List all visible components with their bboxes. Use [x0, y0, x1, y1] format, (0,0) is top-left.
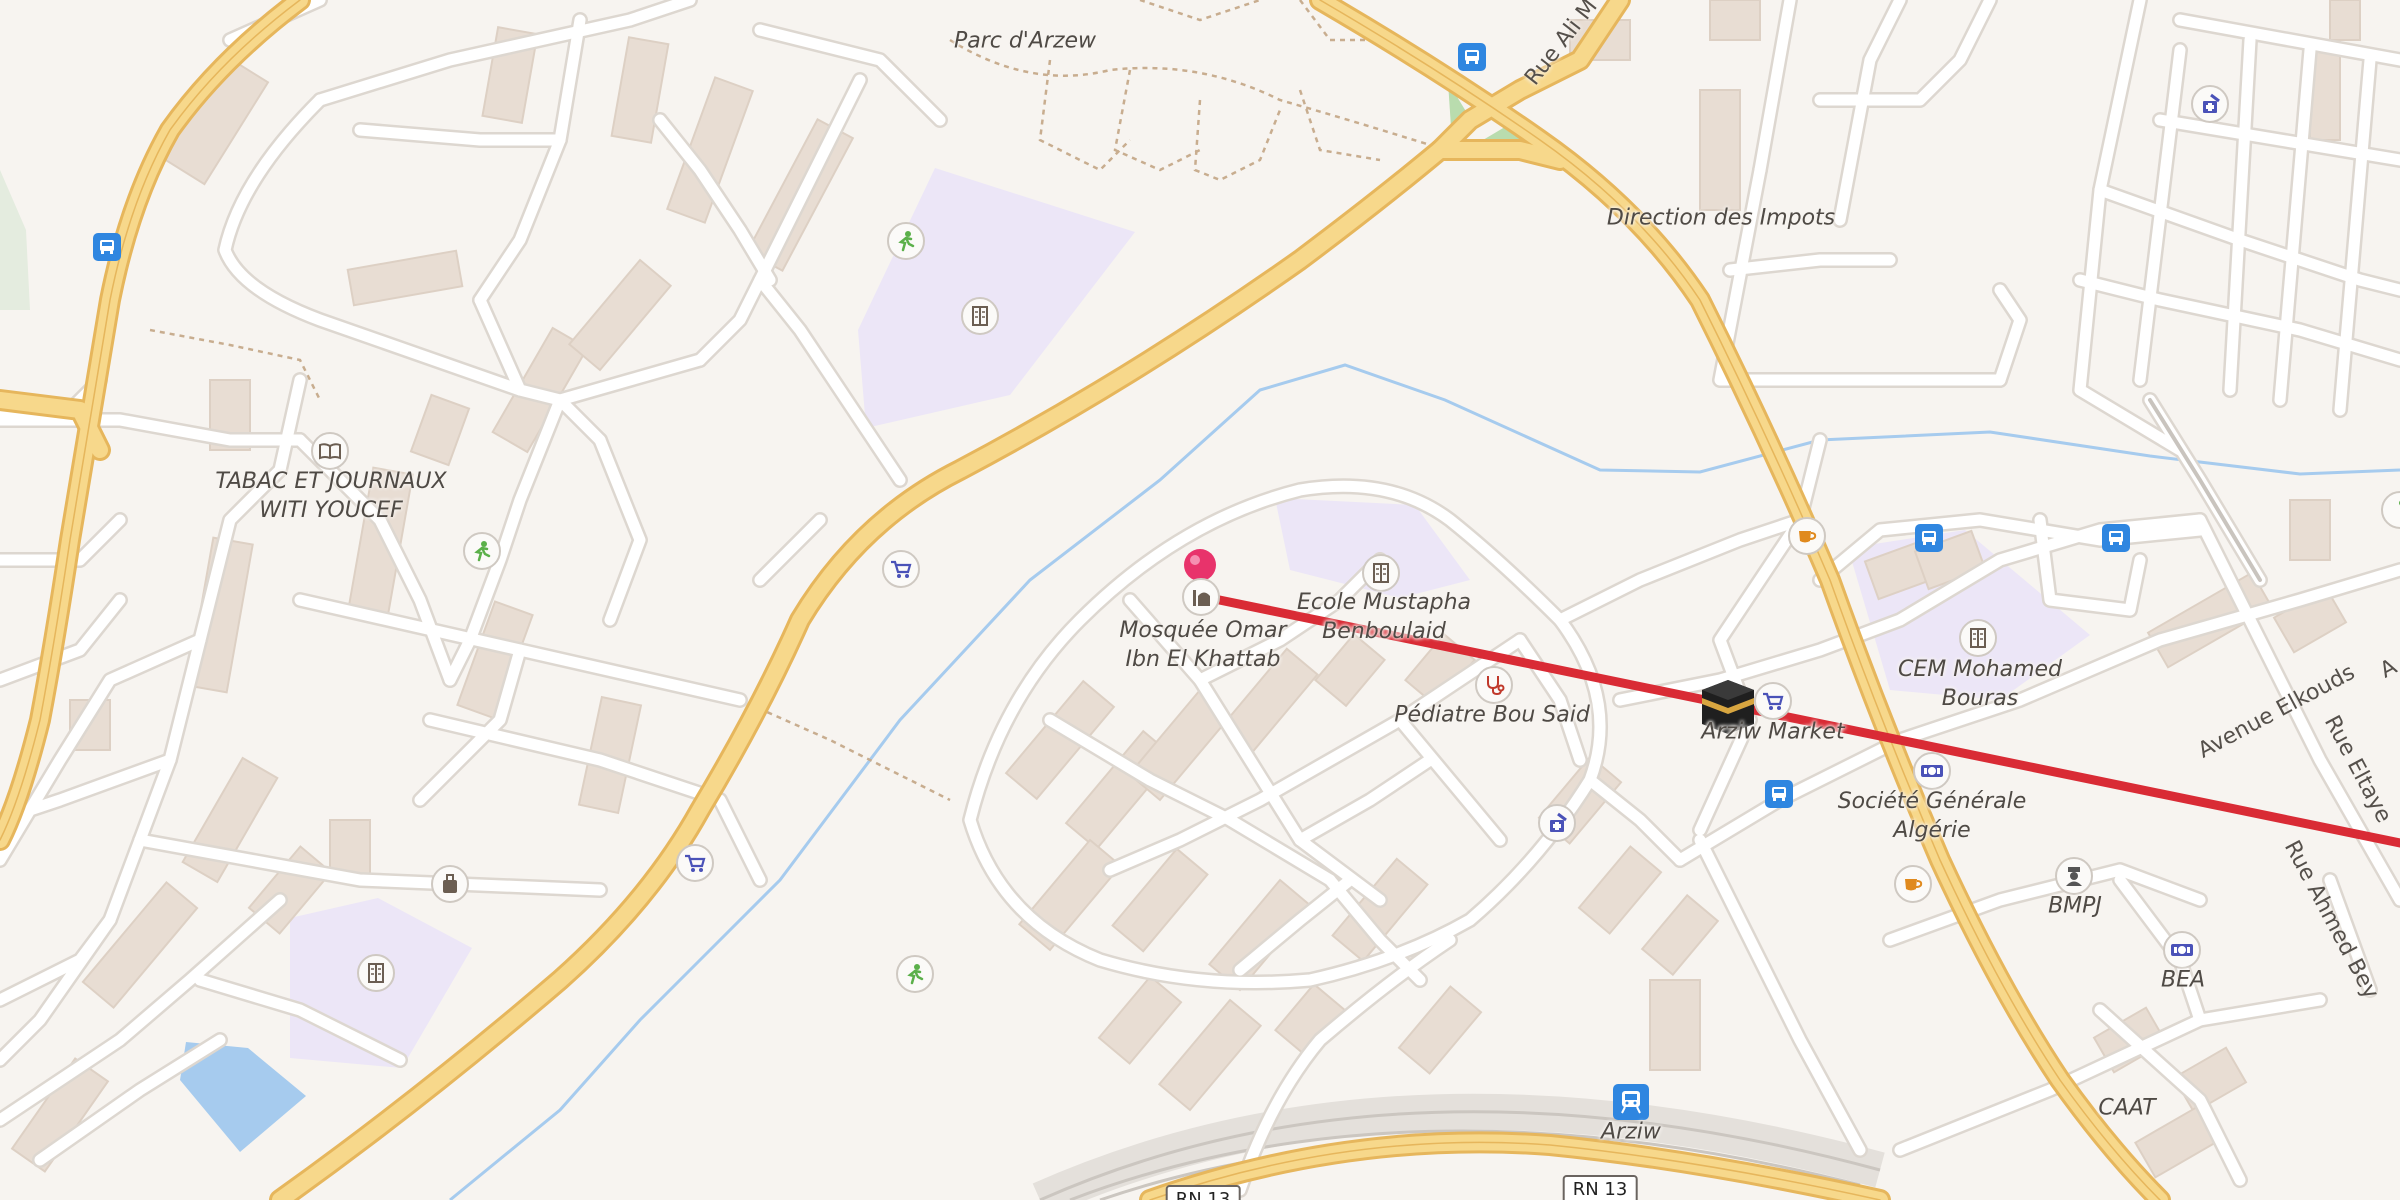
label-line: Bouras — [1941, 686, 2019, 711]
pharmacy-icon[interactable] — [2191, 85, 2229, 123]
bus-stop-icon[interactable] — [2102, 524, 2130, 552]
doctor-icon[interactable] — [1475, 666, 1513, 704]
sport-icon[interactable] — [887, 222, 925, 260]
label-line: Ibn El Khattab — [1125, 647, 1281, 672]
label-societe-generale: Société Générale Algérie — [1838, 787, 2027, 845]
label-line: Mosquée Omar — [1119, 618, 1287, 643]
bus-stop-icon[interactable] — [1458, 43, 1486, 71]
school-icon[interactable] — [961, 297, 999, 335]
bank-icon[interactable] — [2163, 931, 2201, 969]
footpaths — [149, 0, 1431, 802]
bus-stop-icon[interactable] — [1765, 780, 1793, 808]
label-cem: CEM Mohamed Bouras — [1898, 655, 2062, 713]
sport-icon[interactable] — [896, 955, 934, 993]
school-icon[interactable] — [1959, 619, 1997, 657]
label-line: Benboulaid — [1322, 619, 1446, 644]
road-shield-rn13: RN 13 — [1165, 1185, 1241, 1200]
label-mosquee: Mosquée Omar Ibn El Khattab — [1119, 616, 1286, 674]
train-station-icon[interactable] — [1613, 1084, 1649, 1120]
bus-stop-icon[interactable] — [93, 233, 121, 261]
cafe-icon[interactable] — [1788, 517, 1826, 555]
label-caat: CAAT — [2098, 1095, 2156, 1121]
map-view[interactable]: Parc d'Arzew Direction des Impots TABAC … — [0, 0, 2400, 1200]
school-icon[interactable] — [357, 954, 395, 992]
sport-icon[interactable] — [463, 532, 501, 570]
label-direction-impots: Direction des Impots — [1606, 205, 1836, 231]
pharmacy-icon[interactable] — [1538, 804, 1576, 842]
label-bmpj: BMPJ — [2048, 893, 2102, 919]
label-arziw-market: Arziw Market — [1701, 719, 1845, 745]
label-line: Société Générale — [1837, 789, 2027, 814]
cafe-icon[interactable] — [1894, 865, 1932, 903]
label-tabac-journaux: TABAC ET JOURNAUX WITI YOUCEF — [215, 467, 446, 525]
school-icon[interactable] — [1362, 554, 1400, 592]
label-line: Algérie — [1893, 818, 1971, 843]
label-line: CEM Mohamed — [1897, 657, 2063, 682]
label-line: WITI YOUCEF — [259, 498, 403, 523]
shop-icon[interactable] — [1754, 682, 1792, 720]
label-arziw-station: Arziw — [1601, 1119, 1661, 1145]
library-icon[interactable] — [311, 432, 349, 470]
label-bea: BEA — [2160, 967, 2206, 993]
label-line: TABAC ET JOURNAUX — [215, 469, 447, 494]
label-pediatre: Pédiatre Bou Said — [1394, 702, 1590, 728]
police-icon[interactable] — [2055, 857, 2093, 895]
label-parc-arzew: Parc d'Arzew — [953, 28, 1097, 54]
bank-icon[interactable] — [1913, 752, 1951, 790]
label-ecole: Ecole Mustapha Benboulaid — [1297, 588, 1471, 646]
shop-icon[interactable] — [882, 550, 920, 588]
luggage-icon[interactable] — [431, 865, 469, 903]
label-line: Ecole Mustapha — [1297, 590, 1471, 615]
shop-icon[interactable] — [676, 844, 714, 882]
bus-stop-icon[interactable] — [1915, 524, 1943, 552]
mosque-icon[interactable] — [1182, 578, 1220, 616]
road-shield-rn13: RN 13 — [1562, 1175, 1638, 1200]
